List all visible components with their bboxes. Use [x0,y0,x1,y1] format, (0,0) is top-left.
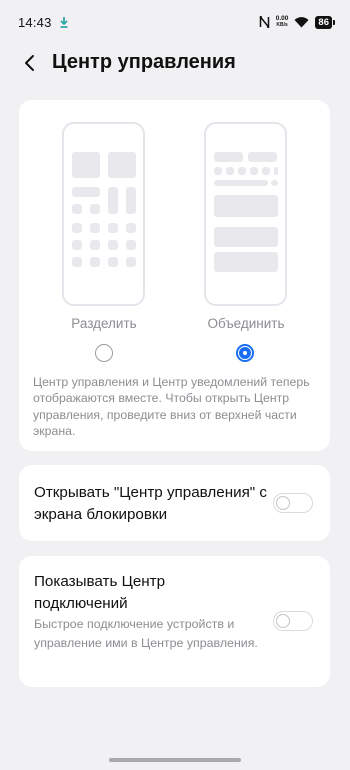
net-speed-value: 0.00 [275,15,289,22]
layout-description: Центр управления и Центр уведомлений теп… [33,375,310,439]
status-time: 14:43 [18,14,52,30]
connections-setting-title: Показывать Центр подключений [34,573,166,612]
status-bar: 14:43 0.00 KB/s 86 [0,0,350,44]
split-radio-button[interactable] [95,344,113,362]
lock-screen-setting-title: Открывать "Центр управления" с экрана бл… [34,484,267,523]
page-title: Центр управления [52,51,236,73]
download-icon [59,17,68,28]
split-layout-illustration[interactable] [62,122,145,306]
battery-icon: 86 [315,15,335,29]
split-option-label: Разделить [71,316,137,331]
header: Центр управления [0,44,350,82]
home-indicator[interactable] [109,758,241,762]
lock-screen-setting-card[interactable]: Открывать "Центр управления" с экрана бл… [19,465,330,541]
connections-setting-card[interactable]: Показывать Центр подключений Быстрое под… [19,556,330,687]
merge-layout-illustration[interactable] [204,122,287,306]
nfc-icon [259,16,270,28]
layout-options-card: Разделить Объединить Центр управления и … [19,100,330,451]
net-speed-unit: KB/s [276,22,288,28]
connections-setting-subtitle: Быстрое подключение устройств и управлен… [34,617,258,650]
network-speed: 0.00 KB/s [276,15,289,29]
status-icons: 0.00 KB/s 86 [259,15,335,29]
chevron-left-icon[interactable] [20,53,40,73]
lock-screen-toggle[interactable] [273,493,313,513]
connections-toggle[interactable] [273,611,313,631]
merge-option-label: Объединить [207,316,285,331]
wifi-icon [294,17,309,28]
merge-radio-button[interactable] [236,344,254,362]
